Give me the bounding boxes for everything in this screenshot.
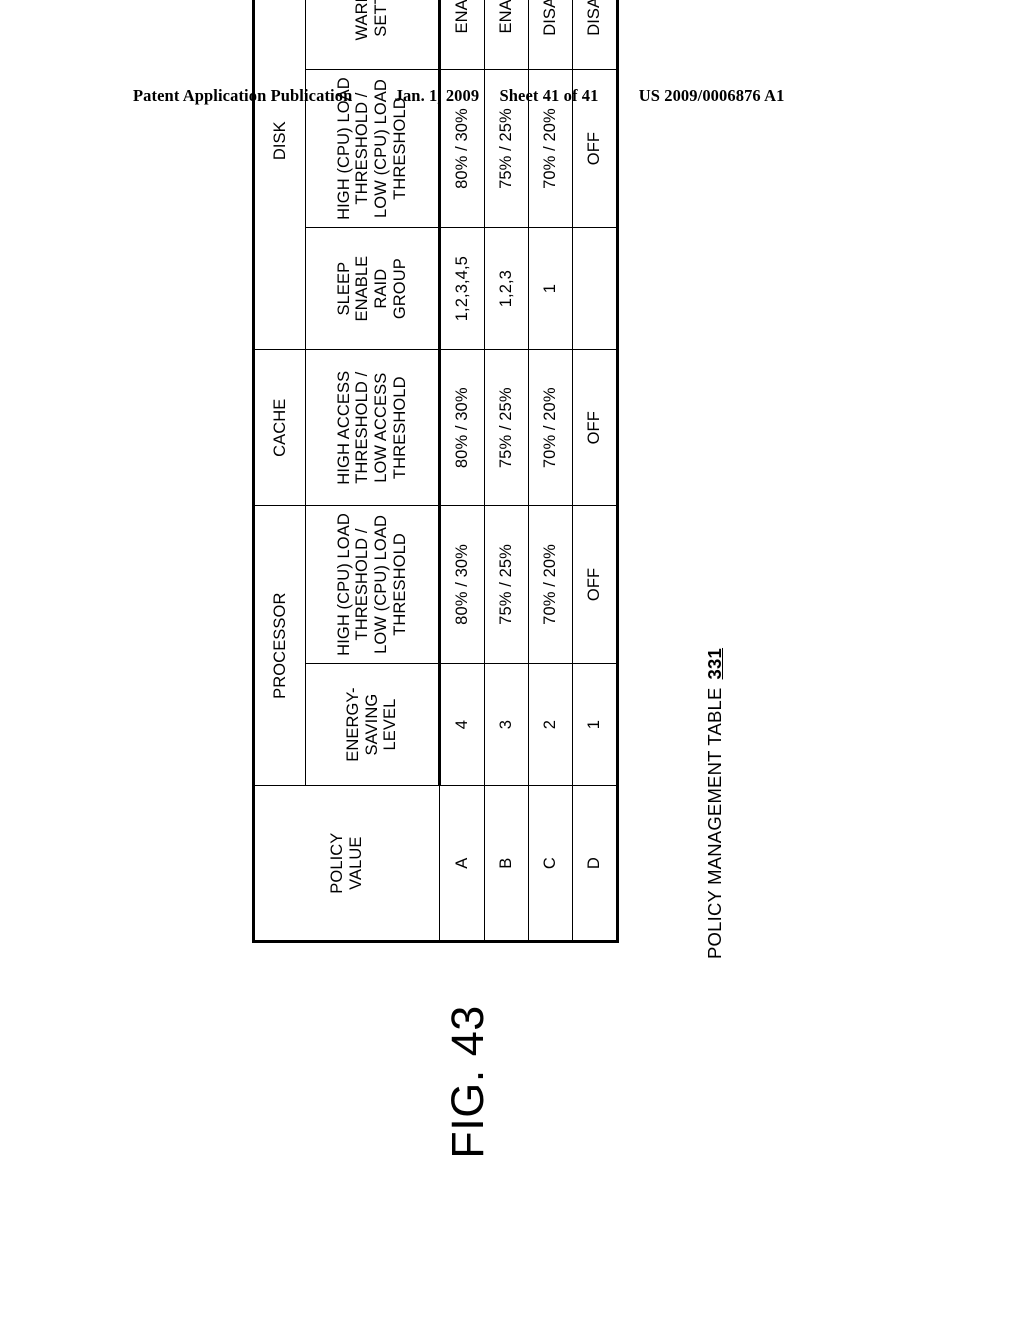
cell-energy-saving-level: 2	[528, 663, 573, 786]
sub-header-disk-threshold: HIGH (CPU) LOAD THRESHOLD / LOW (CPU) LO…	[305, 69, 440, 228]
cell-sleep-enable-raid-group: 1,2,3	[484, 227, 529, 350]
cell-policy-value: C	[528, 785, 573, 942]
table-row: C 2 70% / 20% 70% / 20% 1 70% / 20% DISABLE	[528, 0, 573, 942]
table-group-header-row: POLICY VALUE PROCESSOR CACHE DISK	[253, 0, 440, 942]
group-header-policy-value-line-2: VALUE	[347, 836, 365, 890]
cell-disk-threshold: 70% / 20%	[528, 69, 573, 228]
sub-header-cache-threshold-line-4: THRESHOLD	[390, 376, 409, 480]
cell-disk-threshold: OFF	[572, 69, 618, 228]
sub-header-disk-threshold-line-2: THRESHOLD /	[353, 92, 372, 205]
cell-warning-setting: DISABLE	[528, 0, 573, 70]
cell-cache-threshold: 70% / 20%	[528, 349, 573, 506]
cell-cache-threshold: OFF	[572, 349, 618, 506]
figure-reference-numeral: 331	[704, 647, 725, 680]
sub-header-sleep-enable-raid-group-line-3: RAID	[372, 268, 390, 309]
sub-header-cache-threshold-line-1: HIGH ACCESS	[334, 370, 353, 485]
sub-header-disk-threshold-line-3: LOW (CPU) LOAD	[372, 79, 390, 218]
cell-energy-saving-level: 4	[439, 663, 485, 786]
table-row: A 4 80% / 30% 80% / 30% 1,2,3,4,5 80% / 30% EN…	[439, 0, 485, 942]
sub-header-cache-threshold: HIGH ACCESS THRESHOLD / LOW ACCESS THRES…	[305, 349, 440, 506]
sub-header-cache-threshold-line-3: LOW ACCESS	[372, 372, 390, 483]
sub-header-warning-setting: WARNING SETTING	[305, 0, 440, 70]
cell-disk-threshold: 75% / 25%	[484, 69, 529, 228]
cell-energy-saving-level: 1	[572, 663, 618, 786]
sub-header-energy-saving-level: ENERGY- SAVING LEVEL	[305, 663, 440, 786]
cell-energy-saving-level: 3	[484, 663, 529, 786]
sub-header-processor-threshold-line-1: HIGH (CPU) LOAD	[334, 513, 353, 656]
sub-header-processor-threshold-line-3: LOW (CPU) LOAD	[372, 515, 390, 654]
sub-header-processor-threshold-line-2: THRESHOLD /	[353, 528, 372, 641]
sub-header-warning-setting-line-2: SETTING	[372, 0, 390, 37]
cell-policy-value: A	[439, 785, 485, 942]
group-header-policy-value: POLICY VALUE	[253, 785, 440, 942]
cell-sleep-enable-raid-group: 1	[528, 227, 573, 350]
cell-warning-setting: ENABLE	[484, 0, 529, 70]
sub-header-energy-saving-level-line-2: SAVING	[362, 693, 381, 756]
group-header-disk: DISK	[253, 0, 306, 350]
group-header-processor: PROCESSOR	[253, 505, 306, 786]
sub-header-sleep-enable-raid-group-line-4: GROUP	[390, 258, 409, 320]
sub-header-processor-threshold: HIGH (CPU) LOAD THRESHOLD / LOW (CPU) LO…	[305, 505, 440, 664]
cell-policy-value: B	[484, 785, 529, 942]
sub-header-processor-threshold-line-4: THRESHOLD	[390, 533, 409, 636]
sub-header-sleep-enable-raid-group-line-1: SLEEP	[334, 261, 353, 316]
cell-sleep-enable-raid-group: 1,2,3,4,5	[439, 227, 485, 350]
cell-cache-threshold: 75% / 25%	[484, 349, 529, 506]
cell-warning-setting: DISABLE	[572, 0, 618, 70]
sub-header-disk-threshold-line-4: THRESHOLD	[390, 97, 409, 200]
cell-processor-threshold: OFF	[572, 505, 618, 664]
table-row: D 1 OFF OFF OFF DISABLE	[572, 0, 618, 942]
patent-number: US 2009/0006876 A1	[638, 86, 785, 105]
sub-header-cache-threshold-line-2: THRESHOLD /	[353, 371, 372, 484]
sub-header-sleep-enable-raid-group: SLEEP ENABLE RAID GROUP	[305, 227, 440, 350]
figure-caption-text: POLICY MANAGEMENT TABLE	[704, 687, 725, 959]
policy-table-body: A 4 80% / 30% 80% / 30% 1,2,3,4,5 80% / 30% EN…	[439, 0, 618, 942]
sub-header-warning-setting-line-1: WARNING	[353, 0, 372, 41]
figure-label: FIG. 43	[442, 1005, 493, 1159]
cell-warning-setting: ENABLE	[439, 0, 485, 70]
cell-processor-threshold: 70% / 20%	[528, 505, 573, 664]
sub-header-energy-saving-level-line-3: LEVEL	[381, 698, 400, 751]
figure-caption: POLICY MANAGEMENT TABLE 331	[704, 648, 726, 959]
sub-header-sleep-enable-raid-group-line-2: ENABLE	[353, 255, 372, 322]
table-row: B 3 75% / 25% 75% / 25% 1,2,3 75% / 25% ENABLE	[484, 0, 529, 942]
policy-management-table: POLICY VALUE PROCESSOR CACHE DISK ENERGY…	[252, 0, 619, 943]
cell-processor-threshold: 80% / 30%	[439, 505, 485, 664]
figure-43: FIG. 43 POLICY MANAGEMENT TABLE 331 POLIC…	[252, 0, 772, 1197]
cell-policy-value: D	[572, 785, 618, 942]
cell-sleep-enable-raid-group	[572, 227, 618, 350]
group-header-policy-value-line-1: POLICY	[328, 832, 347, 894]
cell-disk-threshold: 80% / 30%	[439, 69, 485, 228]
sub-header-energy-saving-level-line-1: ENERGY-	[344, 687, 363, 762]
policy-table: POLICY VALUE PROCESSOR CACHE DISK ENERGY…	[252, 0, 619, 943]
group-header-cache: CACHE	[253, 349, 306, 506]
cell-processor-threshold: 75% / 25%	[484, 505, 529, 664]
sub-header-disk-threshold-line-1: HIGH (CPU) LOAD	[334, 77, 353, 220]
cell-cache-threshold: 80% / 30%	[439, 349, 485, 506]
